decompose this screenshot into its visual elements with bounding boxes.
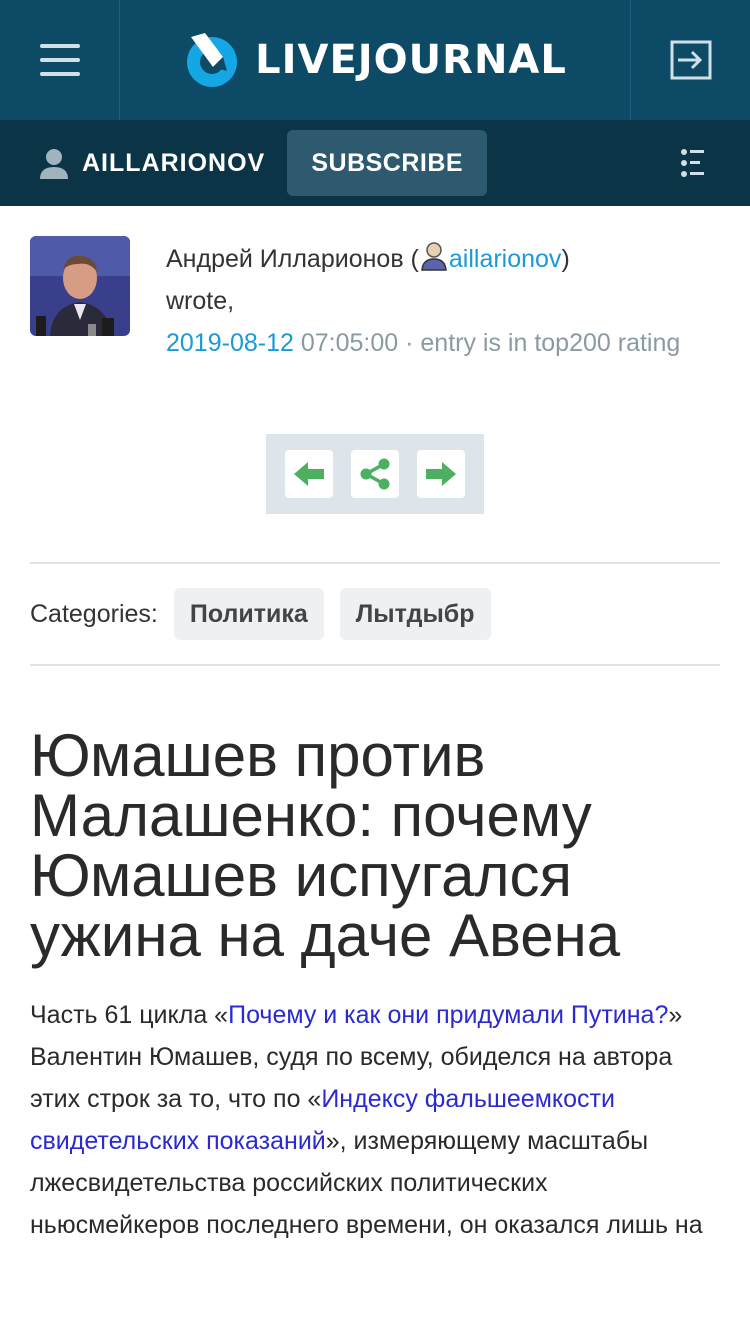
article-title: Юмашев против Малашенко: почему Юмашев и… (30, 722, 621, 969)
top-header: LIVEJOURNAL (0, 0, 750, 120)
lj-user-icon[interactable] (419, 241, 449, 271)
series-suffix: » (668, 1001, 683, 1029)
author-name-close: ) (561, 245, 570, 273)
author-username-link[interactable]: aillarionov (449, 245, 562, 273)
post-meta: Андрей Илларионов ( aillarionov) wrote, 2… (166, 238, 726, 364)
share-icon (360, 458, 390, 490)
prev-entry-button[interactable] (285, 450, 333, 498)
post-navigation (266, 434, 484, 514)
series-prefix: Часть 61 цикла « (30, 1001, 229, 1029)
categories: Categories: Политика Лытдыбр (30, 588, 491, 640)
categories-label: Categories: (30, 599, 158, 628)
category-tag[interactable]: Политика (173, 588, 324, 640)
filter-list-icon[interactable] (680, 148, 706, 178)
arrow-left-icon (294, 462, 324, 486)
series-link[interactable]: Почему и как они придумали Путина? (228, 1001, 668, 1029)
meta-separator: · (405, 329, 414, 357)
hamburger-menu-icon (39, 44, 80, 76)
rating-note: entry is in top200 rating (420, 329, 681, 357)
article-body: Часть 61 цикла «Почему и как они придума… (30, 994, 720, 1246)
divider-bottom (30, 664, 720, 666)
post-time: 07:05:00 (300, 329, 399, 357)
journal-username[interactable]: AILLARIONOV (82, 149, 265, 178)
post-date-link[interactable]: 2019-08-12 (166, 329, 294, 357)
subscribe-button[interactable]: SUBSCRIBE (287, 130, 488, 196)
divider-top (30, 562, 720, 564)
menu-button[interactable] (0, 0, 120, 120)
category-tag[interactable]: Лытдыбр (339, 588, 491, 640)
author-avatar[interactable] (30, 236, 130, 336)
author-name: Андрей Илларионов ( (166, 245, 419, 273)
login-icon (670, 40, 711, 80)
journal-userbar: AILLARIONOV SUBSCRIBE (0, 120, 750, 206)
logo[interactable]: LIVEJOURNAL (120, 0, 630, 120)
share-button[interactable] (351, 450, 399, 498)
next-entry-button[interactable] (417, 450, 465, 498)
user-icon (40, 149, 68, 179)
login-button[interactable] (630, 0, 750, 120)
logo-text: LIVEJOURNAL (255, 37, 567, 83)
avatar-image (30, 236, 130, 336)
livejournal-pen-icon (187, 33, 238, 87)
wrote-label: wrote, (166, 287, 235, 315)
arrow-right-icon (426, 462, 456, 486)
